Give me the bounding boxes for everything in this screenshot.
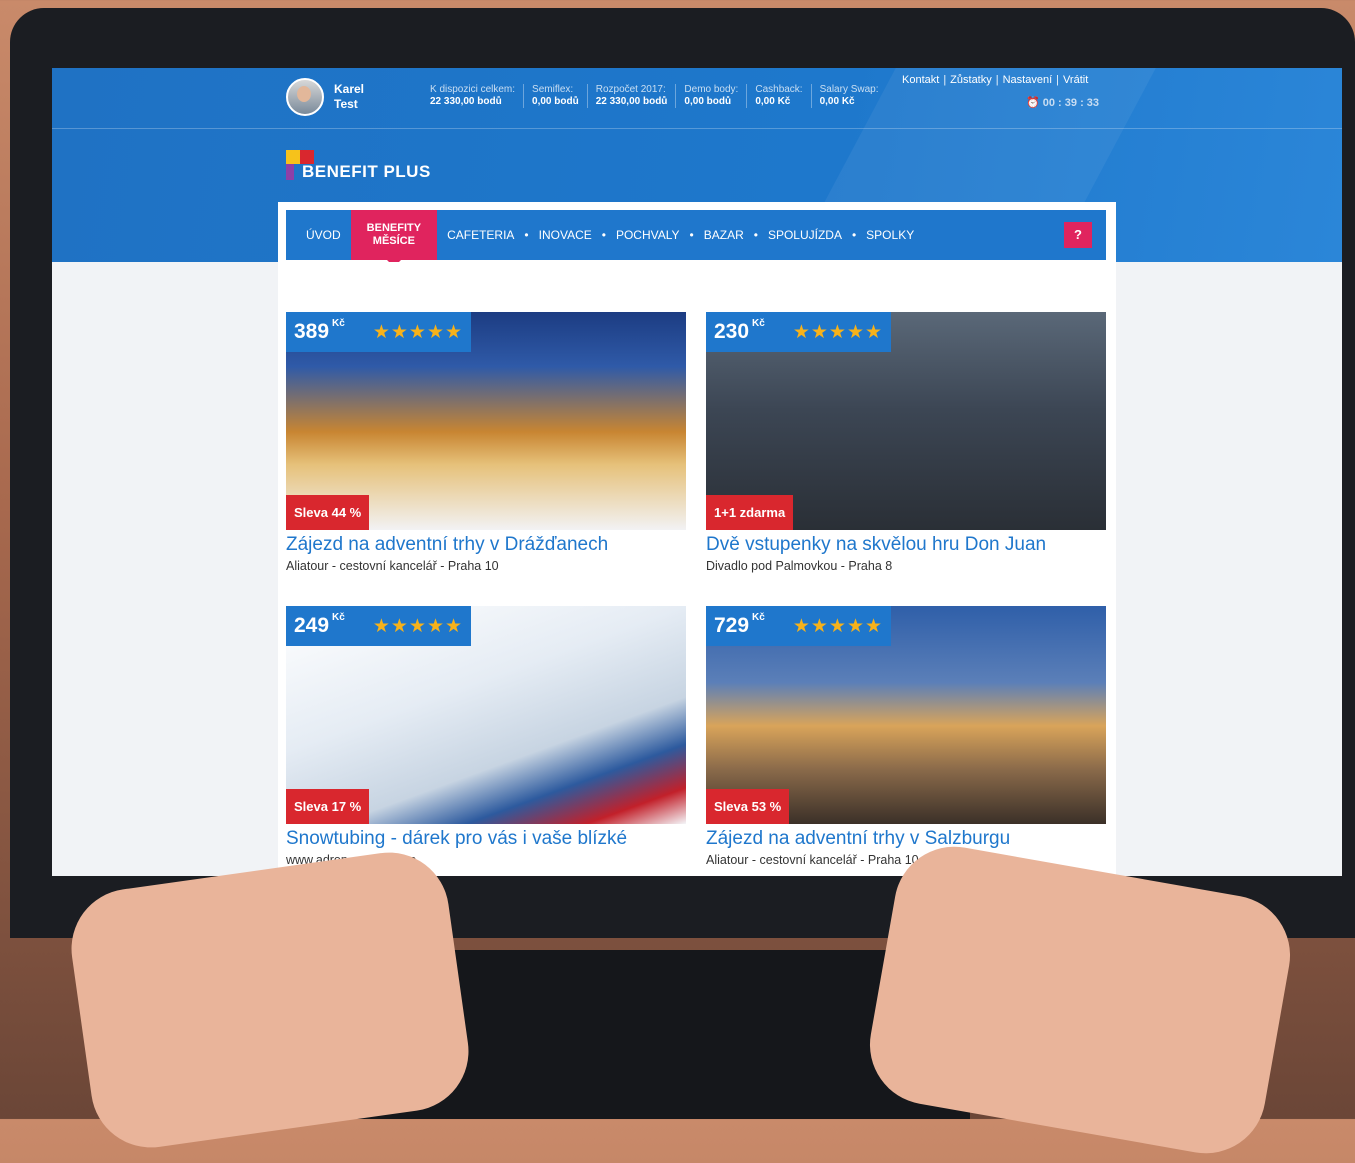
offer-provider: Aliatour - cestovní kancelář - Praha 10 bbox=[286, 559, 499, 573]
offer-image[interactable]: 729 Kč ★★★★★ Sleva 53 % bbox=[706, 606, 1106, 824]
offer-provider: Divadlo pod Palmovkou - Praha 8 bbox=[706, 559, 893, 573]
nav-cafeteria[interactable]: CAFETERIA bbox=[437, 228, 524, 242]
offer-card[interactable]: 230 Kč ★★★★★ 1+1 zdarma Dvě vstupenky na… bbox=[706, 312, 1106, 573]
offer-card[interactable]: 729 Kč ★★★★★ Sleva 53 % Zájezd na advent… bbox=[706, 606, 1106, 867]
clock-icon: ⏰ bbox=[1026, 97, 1040, 109]
laptop-bezel: Karel Test K dispozici celkem: 22 330,00… bbox=[10, 8, 1355, 938]
stat-demo: Demo body: 0,00 bodů bbox=[675, 84, 746, 108]
nav-carpool[interactable]: SPOLUJÍZDA bbox=[758, 228, 852, 242]
offer-title[interactable]: Snowtubing - dárek pro vás i vaše blízké bbox=[286, 828, 686, 850]
stat-budget: Rozpočet 2017: 22 330,00 bodů bbox=[586, 84, 676, 108]
offer-title[interactable]: Zájezd na adventní trhy v Drážďanech bbox=[286, 534, 686, 556]
nav-home[interactable]: ÚVOD bbox=[286, 228, 351, 242]
offer-image[interactable]: 249 Kč ★★★★★ Sleva 17 % bbox=[286, 606, 686, 824]
nav-innovation[interactable]: INOVACE bbox=[529, 228, 602, 242]
nav-benefits-month[interactable]: BENEFITY MĚSÍCE bbox=[350, 210, 438, 267]
main-nav: ÚVOD BENEFITY MĚSÍCE CAFETERIA • INOVACE … bbox=[286, 210, 1106, 267]
logo-text: BENEFIT PLUS bbox=[302, 162, 431, 181]
nav-bazaar[interactable]: BAZAR bbox=[694, 228, 754, 242]
discount-badge: Sleva 44 % bbox=[286, 495, 370, 530]
user-first-name: Karel bbox=[334, 82, 365, 96]
price-tag: 729 Kč ★★★★★ bbox=[706, 606, 892, 646]
link-return[interactable]: Vrátit bbox=[1063, 74, 1088, 86]
user-last-name: Test bbox=[334, 97, 358, 111]
price-tag: 249 Kč ★★★★★ bbox=[286, 606, 472, 646]
offer-card[interactable]: 389 Kč ★★★★★ Sleva 44 % Zájezd na advent… bbox=[286, 312, 686, 573]
top-links: Kontakt | Zůstatky | Nastavení | Vrátit bbox=[902, 74, 1089, 86]
link-settings[interactable]: Nastavení bbox=[1003, 74, 1053, 86]
offer-title[interactable]: Dvě vstupenky na skvělou hru Don Juan bbox=[706, 534, 1106, 556]
rating-stars: ★★★★★ bbox=[372, 615, 464, 637]
link-contact[interactable]: Kontakt bbox=[902, 74, 939, 86]
left-hand bbox=[63, 844, 477, 1156]
help-button[interactable]: ? bbox=[1064, 222, 1092, 248]
user-profile[interactable]: Karel Test bbox=[286, 78, 364, 116]
discount-badge: Sleva 17 % bbox=[286, 789, 370, 824]
nav-clubs[interactable]: SPOLKY bbox=[856, 228, 924, 242]
nav-container: ÚVOD BENEFITY MĚSÍCE CAFETERIA • INOVACE … bbox=[278, 202, 1116, 267]
avatar[interactable] bbox=[286, 78, 324, 116]
stat-salary-swap: Salary Swap: 0,00 Kč bbox=[810, 84, 887, 108]
offer-image[interactable]: 389 Kč ★★★★★ Sleva 44 % bbox=[286, 312, 686, 530]
rating-stars: ★★★★★ bbox=[372, 321, 464, 343]
rating-stars: ★★★★★ bbox=[792, 321, 884, 343]
discount-badge: Sleva 53 % bbox=[706, 789, 790, 824]
offer-card[interactable]: 249 Kč ★★★★★ Sleva 17 % Snowtubing - dár… bbox=[286, 606, 686, 867]
price-tag: 389 Kč ★★★★★ bbox=[286, 312, 472, 352]
balance-stats: K dispozici celkem: 22 330,00 bodů Semif… bbox=[430, 84, 887, 108]
stat-cashback: Cashback: 0,00 Kč bbox=[746, 84, 810, 108]
nav-praise[interactable]: POCHVALY bbox=[606, 228, 690, 242]
session-timer: ⏰ 00 : 39 : 33 bbox=[1026, 97, 1100, 109]
browser-screen: Karel Test K dispozici celkem: 22 330,00… bbox=[52, 68, 1342, 876]
stat-semiflex: Semiflex: 0,00 bodů bbox=[523, 84, 587, 108]
price-tag: 230 Kč ★★★★★ bbox=[706, 312, 892, 352]
link-balances[interactable]: Zůstatky bbox=[950, 74, 992, 86]
offers-grid: 389 Kč ★★★★★ Sleva 44 % Zájezd na advent… bbox=[278, 262, 1116, 876]
offer-image[interactable]: 230 Kč ★★★★★ 1+1 zdarma bbox=[706, 312, 1106, 530]
rating-stars: ★★★★★ bbox=[792, 615, 884, 637]
promo-badge: 1+1 zdarma bbox=[706, 495, 794, 530]
offer-title[interactable]: Zájezd na adventní trhy v Salzburgu bbox=[706, 828, 1106, 850]
stat-available: K dispozici celkem: 22 330,00 bodů bbox=[430, 84, 516, 107]
